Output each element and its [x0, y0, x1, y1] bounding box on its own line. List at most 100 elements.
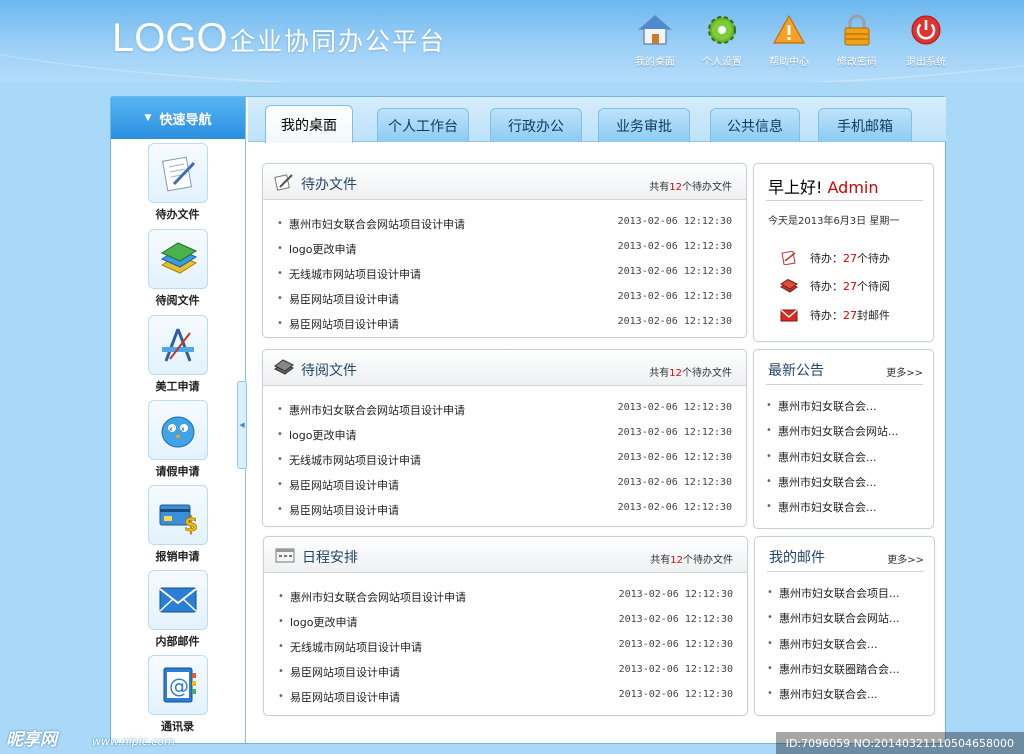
todo-docs-summary[interactable]: 待办： 27 个待办 [780, 250, 890, 266]
sidebar-item-internal-mail[interactable]: 内部邮件 [111, 570, 244, 649]
tab-mobile-mail[interactable]: 手机邮箱 [818, 108, 912, 142]
document-pen-icon [274, 174, 293, 191]
sidebar-collapse-handle[interactable]: ◀ [237, 381, 247, 469]
book-icon [780, 279, 798, 293]
bullet-icon: • [278, 666, 284, 677]
bullet-icon: • [277, 318, 283, 329]
svg-text:x: x [181, 426, 185, 433]
tab-business-approval[interactable]: 业务审批 [598, 108, 690, 142]
todo-mail-summary[interactable]: 待办： 27 封邮件 [780, 307, 890, 323]
divider [766, 384, 923, 385]
bullet-icon: • [277, 293, 283, 304]
bullet-icon: • [767, 587, 773, 598]
sidebar-item-label: 通讯录 [161, 720, 194, 733]
list-item[interactable]: • 惠州市妇女联合会网站项目设计申请 2013-02-06 12:12:30 [278, 589, 733, 607]
panel-my-mail: 我的邮件 更多>> • 惠州市妇女联合会项目... • 惠州市妇女联合会网站... … [754, 536, 935, 716]
bullet-icon: • [766, 501, 772, 512]
bullet-icon: • [277, 504, 283, 515]
sidebar-item-label: 美工申请 [155, 380, 200, 393]
sidebar-item-design-request[interactable]: 美工申请 [111, 315, 244, 394]
panel-count: 共有12个待办文件 [649, 182, 732, 193]
bullet-icon: • [277, 243, 283, 254]
list-item[interactable]: • 惠州市妇女联圈踏合会... [767, 661, 928, 679]
list-item[interactable]: • 无线城市网站项目设计申请 2013-02-06 12:12:30 [277, 266, 732, 284]
tab-my-desktop[interactable]: 我的桌面 [265, 105, 353, 143]
bullet-icon: • [277, 454, 283, 465]
sidebar-title: 快速导航 [159, 112, 212, 128]
bullet-icon: • [278, 591, 284, 602]
panel-header: 日程安排 共有12个待办文件 [264, 537, 747, 573]
list-item[interactable]: • 易臣网站项目设计申请 2013-02-06 12:12:30 [277, 477, 732, 495]
notices-more-link[interactable]: 更多>> [886, 364, 923, 379]
address-book-icon: @ [147, 655, 208, 715]
panel-welcome: 早上好! Admin 今天是2013年6月3日 星期一 待办： 27 个待办 待办：… [753, 163, 934, 342]
panel-todo-docs: 待办文件 共有12个待办文件 • 惠州市妇女联合会网站项目设计申请 2013-02-… [262, 163, 747, 338]
svg-text:@: @ [169, 674, 189, 698]
top-header: LOGO 企业协同办公平台 我的桌面 个人设置 帮助中心 修改密码 退出系统 [0, 0, 1024, 82]
list-item[interactable]: • 易臣网站项目设计申请 2013-02-06 12:12:30 [278, 664, 733, 682]
triangle-down-icon: ▼ [144, 113, 152, 123]
list-item[interactable]: • 惠州市妇女联合会项目... [767, 585, 928, 603]
list-item[interactable]: • 惠州市妇女联合会网站项目设计申请 2013-02-06 12:12:30 [277, 216, 732, 234]
sidebar-item-expense-request[interactable]: $ 报销申请 [111, 485, 244, 564]
bullet-icon: • [278, 641, 284, 652]
list-item[interactable]: • 惠州市妇女联合会... [766, 449, 927, 467]
topnav-help[interactable]: 帮助中心 [758, 12, 820, 68]
tab-public-info[interactable]: 公共信息 [710, 108, 800, 142]
envelope-icon [147, 570, 208, 630]
todo-read-summary[interactable]: 待办： 27 个待阅 [780, 278, 890, 294]
list-item[interactable]: • logo更改申请 2013-02-06 12:12:30 [277, 241, 732, 259]
list-item[interactable]: • 无线城市网站项目设计申请 2013-02-06 12:12:30 [278, 639, 733, 657]
list-item[interactable]: • 易臣网站项目设计申请 2013-02-06 12:12:30 [278, 689, 733, 707]
bullet-icon: • [767, 663, 773, 674]
topnav-logout-label: 退出系统 [906, 57, 946, 68]
list-item[interactable]: • 无线城市网站项目设计申请 2013-02-06 12:12:30 [277, 452, 732, 470]
panel-header: 待阅文件 共有12个待办文件 [263, 350, 746, 386]
topnav-logout[interactable]: 退出系统 [895, 12, 957, 68]
list-item[interactable]: • 易臣网站项目设计申请 2013-02-06 12:12:30 [277, 291, 732, 309]
list-item[interactable]: • 易臣网站项目设计申请 2013-02-06 12:12:30 [277, 316, 732, 334]
bullet-icon: • [278, 616, 284, 627]
bird-icon: xx [147, 400, 208, 460]
sidebar-item-label: 报销申请 [155, 550, 200, 563]
logo[interactable]: LOGO [112, 16, 228, 61]
calendar-icon [275, 548, 295, 563]
design-tool-icon [147, 315, 208, 375]
panel-title: 日程安排 [302, 550, 358, 566]
topnav-password[interactable]: 修改密码 [826, 12, 888, 68]
sidebar-header[interactable]: ▼ 快速导航 [111, 97, 245, 139]
topnav-password-label: 修改密码 [837, 57, 877, 68]
bullet-icon: • [277, 218, 283, 229]
sidebar-item-read-docs[interactable]: 待阅文件 [111, 229, 244, 308]
list-item[interactable]: • 易臣网站项目设计申请 2013-02-06 12:12:30 [277, 502, 732, 520]
topnav-settings[interactable]: 个人设置 [691, 12, 753, 68]
tab-bar: 我的桌面 个人工作台 行政办公 业务审批 公共信息 手机邮箱 [248, 97, 946, 143]
sidebar-item-leave-request[interactable]: xx 请假申请 [111, 400, 244, 479]
list-item[interactable]: • 惠州市妇女联合会... [766, 474, 927, 492]
bullet-icon: • [277, 268, 283, 279]
list-item[interactable]: • 惠州市妇女联合会... [767, 636, 928, 654]
list-item[interactable]: • logo更改申请 2013-02-06 12:12:30 [277, 427, 732, 445]
list-item[interactable]: • 惠州市妇女联合会网站... [767, 610, 928, 628]
list-item[interactable]: • 惠州市妇女联合会网站... [766, 423, 927, 441]
list-item[interactable]: • 惠州市妇女联合会网站项目设计申请 2013-02-06 12:12:30 [277, 402, 732, 420]
tab-personal-workbench[interactable]: 个人工作台 [377, 108, 469, 142]
svg-text:x: x [169, 426, 173, 433]
tab-administration[interactable]: 行政办公 [490, 108, 582, 142]
topnav-help-label: 帮助中心 [769, 57, 809, 68]
mail-more-link[interactable]: 更多>> [887, 551, 924, 566]
list-item[interactable]: • 惠州市妇女联合会... [766, 499, 927, 517]
list-item[interactable]: • logo更改申请 2013-02-06 12:12:30 [278, 614, 733, 632]
panel-header: 待办文件 共有12个待办文件 [263, 164, 746, 200]
sidebar-item-label: 请假申请 [155, 465, 200, 478]
panel-schedule: 日程安排 共有12个待办文件 • 惠州市妇女联合会网站项目设计申请 2013-02-… [263, 536, 748, 716]
divider [766, 200, 923, 201]
sidebar-item-todo-docs[interactable]: 待办文件 [111, 143, 244, 222]
sidebar-item-label: 内部邮件 [155, 635, 200, 648]
topnav-desktop[interactable]: 我的桌面 [624, 12, 686, 68]
sidebar-item-contacts[interactable]: @ 通讯录 [111, 655, 244, 734]
list-item[interactable]: • 惠州市妇女联合会... [766, 398, 927, 416]
list-item[interactable]: • 惠州市妇女联合会... [767, 686, 928, 704]
svg-text:$: $ [184, 512, 198, 536]
greeting: 早上好! Admin [768, 178, 879, 197]
